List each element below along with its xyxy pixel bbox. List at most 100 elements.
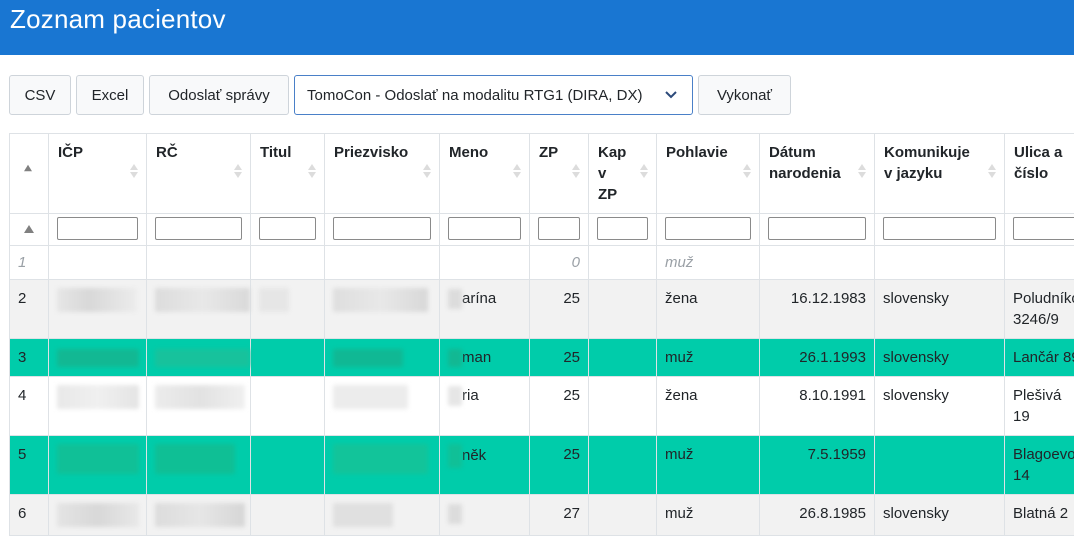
patients-table: IČP RČ Titul Priezvisko Meno ZP Kap v ZP… bbox=[9, 133, 1074, 536]
redacted-block bbox=[448, 504, 462, 524]
page-header: Zoznam pacientov bbox=[0, 0, 1074, 55]
filter-datum-input[interactable] bbox=[768, 217, 866, 240]
cell-zp: 25 bbox=[530, 377, 589, 436]
cell-jazyk: slovensky bbox=[875, 495, 1005, 536]
cell-pohlavie: žena bbox=[657, 377, 760, 436]
filter-icp-input[interactable] bbox=[57, 217, 138, 240]
column-header-icp[interactable]: IČP bbox=[49, 134, 147, 214]
cell-datum: 8.10.1991 bbox=[760, 377, 875, 436]
table-row[interactable]: 1 0 muž bbox=[10, 246, 1074, 280]
column-header-meno[interactable]: Meno bbox=[440, 134, 530, 214]
column-label: Kap v ZP bbox=[598, 144, 626, 203]
csv-button[interactable]: CSV bbox=[9, 75, 71, 115]
cell-datum: 26.1.1993 bbox=[760, 339, 875, 377]
redacted-block bbox=[448, 349, 462, 367]
cell-ulica: Poludníko 3246/9 bbox=[1005, 280, 1074, 339]
sort-icon bbox=[640, 164, 648, 178]
row-number: 3 bbox=[10, 339, 49, 377]
sort-icon bbox=[308, 164, 316, 178]
cell-kap bbox=[589, 377, 657, 436]
cell-jazyk: slovensky bbox=[875, 377, 1005, 436]
column-header-index[interactable] bbox=[10, 134, 49, 214]
filter-cell bbox=[589, 214, 657, 246]
cell-meno: arína bbox=[440, 280, 530, 339]
column-header-priezvisko[interactable]: Priezvisko bbox=[325, 134, 440, 214]
column-label: Titul bbox=[260, 144, 291, 161]
redacted-block bbox=[155, 349, 250, 367]
sort-icon bbox=[572, 164, 580, 178]
table-row[interactable]: 2 arína 25 žena 16.12.1983 slovensky Pol… bbox=[10, 280, 1074, 339]
column-header-kap[interactable]: Kap v ZP bbox=[589, 134, 657, 214]
cell-kap bbox=[589, 246, 657, 280]
send-messages-button[interactable]: Odoslať správy bbox=[149, 75, 289, 115]
table-row[interactable]: 5 něk 25 muž 7.5.1959 Blagoevo 14 bbox=[10, 436, 1074, 495]
row-number: 1 bbox=[10, 246, 49, 280]
column-header-zp[interactable]: ZP bbox=[530, 134, 589, 214]
column-label: Meno bbox=[449, 144, 488, 161]
action-select[interactable]: TomoCon - Odoslať na modalitu RTG1 (DIRA… bbox=[294, 75, 693, 115]
table-row[interactable]: 3 man 25 muž 26.1.1993 slovensky Lančár … bbox=[10, 339, 1074, 377]
column-label: Komunikuje v jazyku bbox=[884, 144, 970, 182]
cell-ulica: Plešivá 19 bbox=[1005, 377, 1074, 436]
filter-priezvisko-input[interactable] bbox=[333, 217, 431, 240]
filter-meno-input[interactable] bbox=[448, 217, 521, 240]
page-title: Zoznam pacientov bbox=[10, 4, 226, 35]
column-header-datum[interactable]: Dátum narodenia bbox=[760, 134, 875, 214]
cell-jazyk: slovensky bbox=[875, 280, 1005, 339]
cell-datum: 7.5.1959 bbox=[760, 436, 875, 495]
cell-ulica: Blagoevo 14 bbox=[1005, 436, 1074, 495]
filter-titul-input[interactable] bbox=[259, 217, 316, 240]
filter-kap-input[interactable] bbox=[597, 217, 648, 240]
excel-button[interactable]: Excel bbox=[76, 75, 144, 115]
cell-ulica: Lančár 89 bbox=[1005, 339, 1074, 377]
cell-jazyk bbox=[875, 436, 1005, 495]
filter-rc-input[interactable] bbox=[155, 217, 242, 240]
table-row[interactable]: 4 ria 25 žena 8.10.1991 slovensky Plešiv… bbox=[10, 377, 1074, 436]
cell-meno-text: ria bbox=[462, 387, 479, 404]
column-header-rc[interactable]: RČ bbox=[147, 134, 251, 214]
execute-button[interactable]: Vykonať bbox=[698, 75, 791, 115]
filter-pohlavie-input[interactable] bbox=[665, 217, 751, 240]
cell-icp bbox=[49, 280, 147, 339]
cell-datum bbox=[760, 246, 875, 280]
cell-pohlavie: muž bbox=[657, 246, 760, 280]
cell-kap bbox=[589, 339, 657, 377]
filter-cell bbox=[49, 214, 147, 246]
sort-icon bbox=[988, 164, 996, 178]
cell-pohlavie: muž bbox=[657, 495, 760, 536]
cell-rc bbox=[147, 280, 251, 339]
table-row[interactable]: 6 27 muž 26.8.1985 slovensky Blatná 2 bbox=[10, 495, 1074, 536]
column-header-pohlavie[interactable]: Pohlavie bbox=[657, 134, 760, 214]
cell-pohlavie: muž bbox=[657, 436, 760, 495]
cell-titul bbox=[251, 246, 325, 280]
redacted-block bbox=[333, 503, 393, 527]
filter-ulica-input[interactable] bbox=[1013, 217, 1074, 240]
cell-titul bbox=[251, 436, 325, 495]
filter-zp-input[interactable] bbox=[538, 217, 580, 240]
cell-priezvisko bbox=[325, 280, 440, 339]
sort-icon bbox=[234, 164, 242, 178]
cell-rc bbox=[147, 339, 251, 377]
cell-meno-text: arína bbox=[462, 290, 496, 307]
column-header-ulica[interactable]: Ulica a číslo bbox=[1005, 134, 1074, 214]
filter-jazyk-input[interactable] bbox=[883, 217, 996, 240]
cell-titul bbox=[251, 377, 325, 436]
filter-cell bbox=[530, 214, 589, 246]
filter-cell bbox=[760, 214, 875, 246]
column-label: Pohlavie bbox=[666, 144, 728, 161]
cell-meno: man bbox=[440, 339, 530, 377]
cell-zp: 27 bbox=[530, 495, 589, 536]
column-label: IČP bbox=[58, 144, 83, 161]
cell-titul bbox=[251, 495, 325, 536]
cell-rc bbox=[147, 436, 251, 495]
redacted-block bbox=[57, 503, 139, 527]
column-header-titul[interactable]: Titul bbox=[251, 134, 325, 214]
column-header-jazyk[interactable]: Komunikuje v jazyku bbox=[875, 134, 1005, 214]
sort-icon bbox=[743, 164, 751, 178]
sort-asc-icon bbox=[24, 225, 34, 233]
redacted-block bbox=[448, 444, 462, 468]
column-label: ZP bbox=[539, 144, 558, 161]
cell-icp bbox=[49, 377, 147, 436]
filter-cell bbox=[875, 214, 1005, 246]
cell-icp bbox=[49, 339, 147, 377]
